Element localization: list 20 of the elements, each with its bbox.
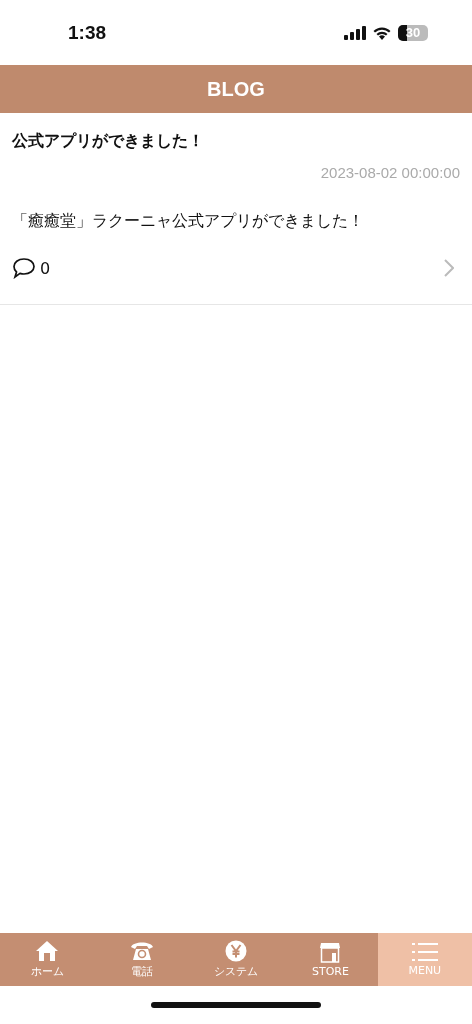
- tab-bar-item[interactable]: STORE: [283, 933, 378, 986]
- comment-count: 0: [40, 258, 51, 278]
- status-time: 1:38: [68, 21, 107, 44]
- wifi-icon: [372, 25, 392, 40]
- tab-bar-item[interactable]: MENU: [377, 933, 472, 986]
- menu-icon: [411, 942, 438, 962]
- page-title: BLOG: [207, 77, 265, 101]
- post-body: 「癒癒堂」ラクーニャ公式アプリができました！: [12, 211, 365, 232]
- signal-icon: [344, 25, 366, 40]
- tab-bar-item[interactable]: 電話: [94, 933, 189, 986]
- phone-icon: [129, 940, 154, 962]
- home-icon: [35, 940, 60, 962]
- tab-bar-item[interactable]: ホーム: [0, 933, 95, 986]
- post-date: 2023-08-02 00:00:00: [319, 164, 460, 181]
- tab-bar-item[interactable]: システム: [188, 933, 284, 986]
- storefront-icon: [319, 941, 342, 963]
- comment-icon: [12, 257, 36, 279]
- yen-coin-icon: [225, 940, 247, 962]
- chevron-right-icon[interactable]: [444, 259, 454, 277]
- post-title[interactable]: 公式アプリができました！: [12, 113, 460, 152]
